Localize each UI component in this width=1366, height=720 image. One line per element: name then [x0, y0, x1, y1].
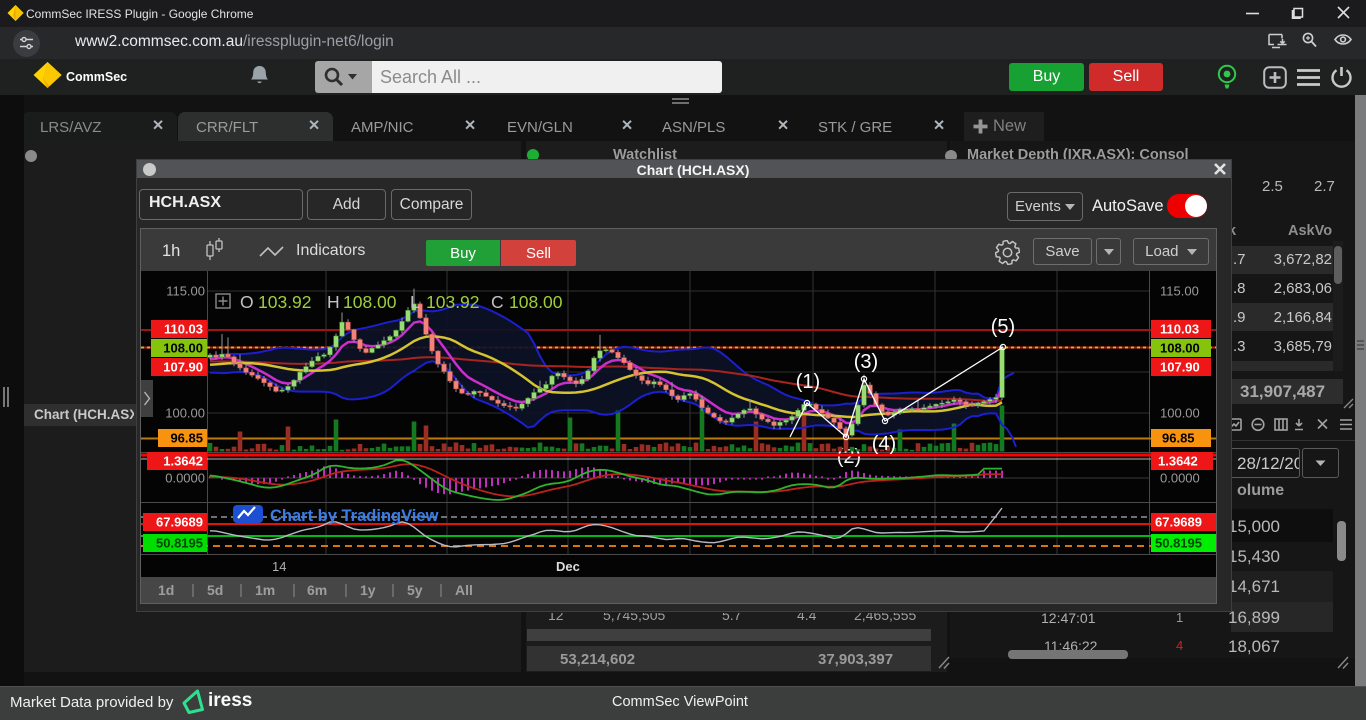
svg-text:108.00: 108.00 — [163, 341, 203, 356]
svg-text:C: C — [491, 292, 504, 312]
svg-text:14: 14 — [272, 559, 286, 574]
svg-text:50.8195: 50.8195 — [1155, 536, 1202, 551]
svg-text:96.85: 96.85 — [170, 431, 203, 446]
svg-text:107.90: 107.90 — [163, 360, 203, 375]
svg-text:67.9689: 67.9689 — [156, 515, 203, 530]
svg-text:(3): (3) — [854, 351, 878, 373]
svg-text:108.00: 108.00 — [1160, 341, 1200, 356]
svg-text:67.9689: 67.9689 — [1155, 515, 1202, 530]
svg-text:O: O — [240, 292, 254, 312]
svg-text:50.8195: 50.8195 — [156, 536, 203, 551]
svg-text:108.00: 108.00 — [343, 292, 397, 312]
svg-text:108.00: 108.00 — [509, 292, 563, 312]
svg-text:103.92: 103.92 — [258, 292, 312, 312]
svg-text:100.00: 100.00 — [165, 406, 205, 421]
svg-text:115.00: 115.00 — [1160, 284, 1199, 299]
svg-text:0.0000: 0.0000 — [165, 471, 205, 486]
svg-text:(4): (4) — [872, 433, 896, 455]
svg-text:(1): (1) — [796, 371, 820, 393]
svg-text:110.03: 110.03 — [1160, 322, 1199, 337]
svg-text:Chart by TradingView: Chart by TradingView — [270, 507, 439, 525]
svg-text:H: H — [327, 292, 340, 312]
svg-text:115.00: 115.00 — [166, 284, 205, 299]
svg-text:103.92: 103.92 — [426, 292, 480, 312]
svg-text:(5): (5) — [991, 316, 1015, 338]
svg-text:96.85: 96.85 — [1162, 431, 1195, 446]
svg-text:1.3642: 1.3642 — [163, 454, 203, 469]
svg-text:107.90: 107.90 — [1160, 360, 1200, 375]
svg-text:L: L — [410, 292, 420, 312]
svg-text:Dec: Dec — [556, 559, 580, 574]
svg-text:100.00: 100.00 — [1160, 406, 1200, 421]
svg-text:1.3642: 1.3642 — [1158, 454, 1198, 469]
svg-text:0.0000: 0.0000 — [1160, 471, 1200, 486]
svg-text:110.03: 110.03 — [164, 322, 203, 337]
